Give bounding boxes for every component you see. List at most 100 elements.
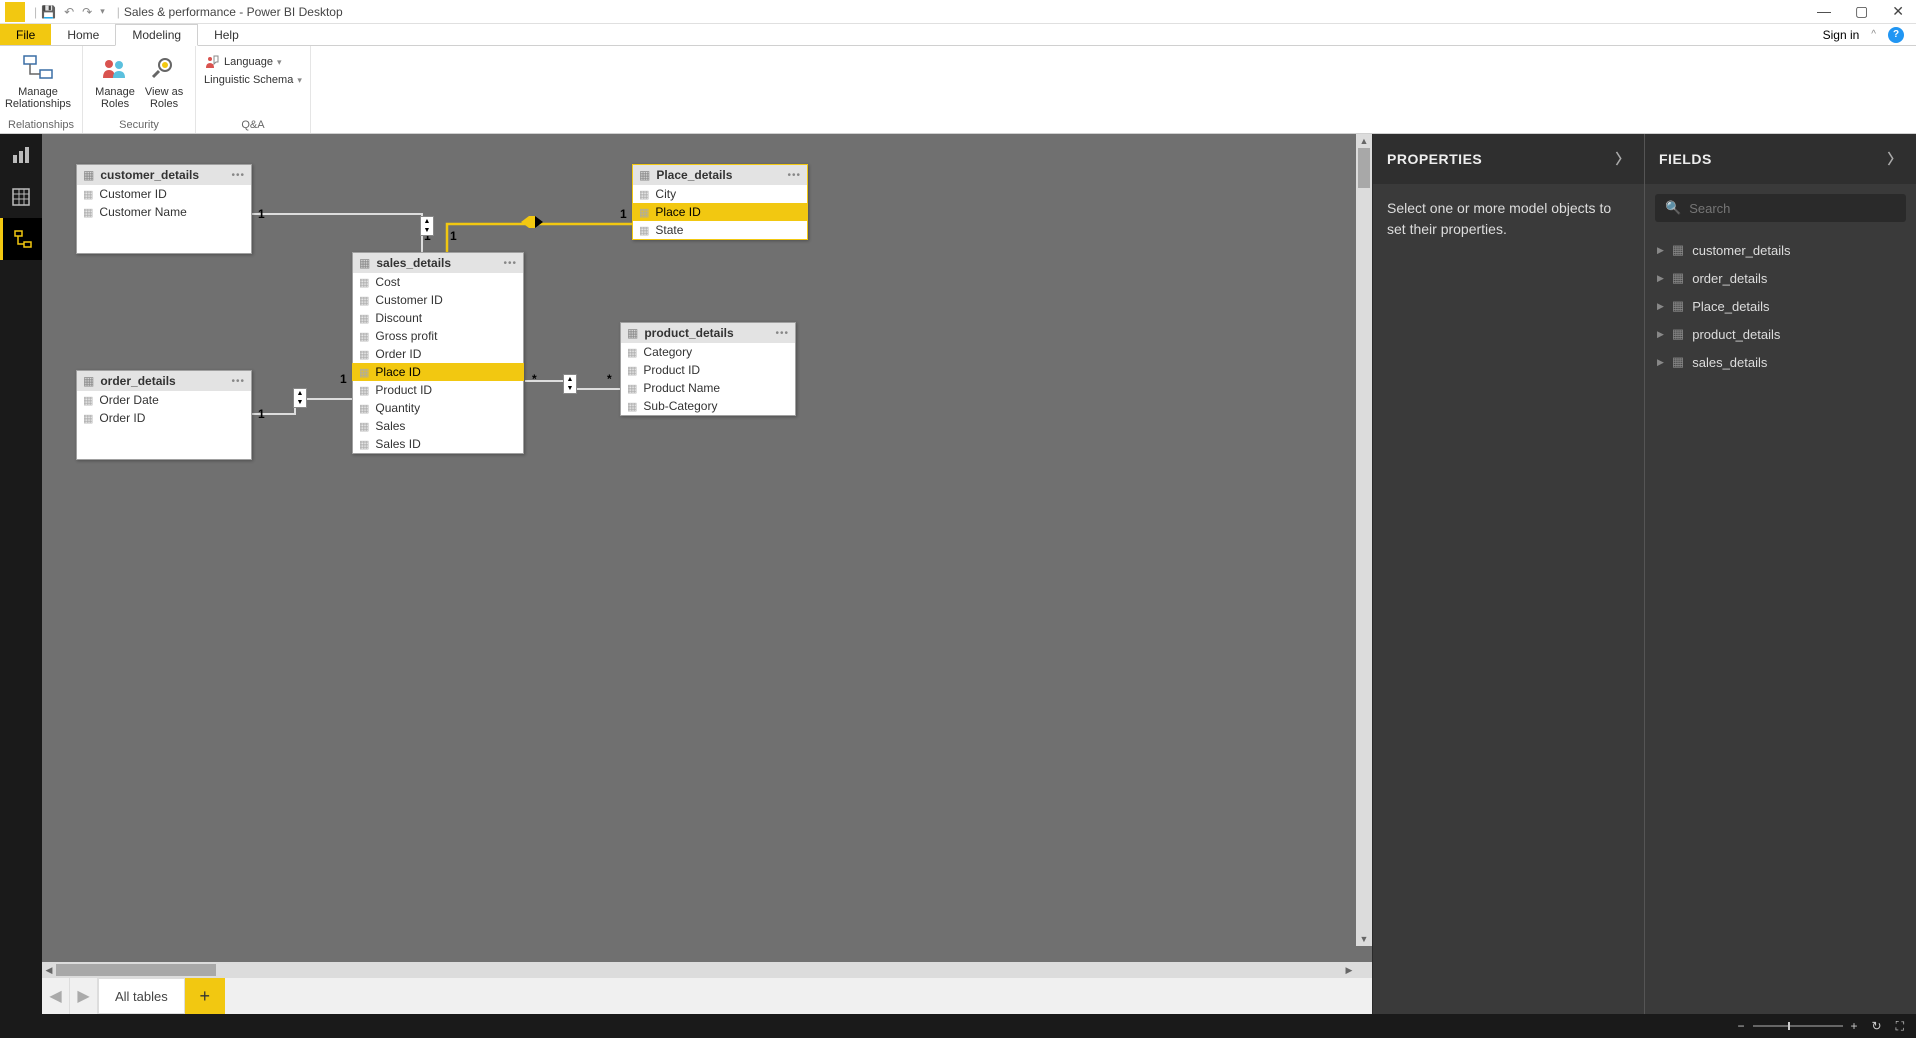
scrollbar-thumb[interactable] — [56, 964, 216, 976]
table-field[interactable]: ▦Quantity — [353, 399, 523, 417]
table-field[interactable]: ▦Cost — [353, 273, 523, 291]
ribbon-tabs: File Home Modeling Help Sign in ^ ? — [0, 24, 1916, 46]
fields-panel: FIELDS 〉 🔍 ▶▦customer_details ▶▦order_de… — [1644, 134, 1916, 1014]
collapse-ribbon-icon[interactable]: ^ — [1871, 29, 1876, 40]
table-sales-details[interactable]: ▦ sales_details ••• ▦Cost ▦Customer ID ▦… — [352, 252, 524, 454]
zoom-out-button[interactable]: − — [1738, 1019, 1745, 1033]
table-field[interactable]: ▦Sales ID — [353, 435, 523, 453]
table-menu-icon[interactable]: ••• — [503, 258, 517, 269]
zoom-control[interactable]: − + — [1738, 1019, 1858, 1033]
qat-dropdown-icon[interactable]: ▾ — [100, 6, 105, 17]
view-as-roles-button[interactable]: View as Roles — [141, 48, 187, 119]
table-field[interactable]: ▦Order Date — [77, 391, 251, 409]
add-tab-button[interactable]: + — [185, 978, 225, 1014]
tab-nav-next[interactable]: ▶ — [70, 978, 98, 1014]
table-product-details[interactable]: ▦ product_details ••• ▦Category ▦Product… — [620, 322, 796, 416]
manage-roles-button[interactable]: Manage Roles — [91, 48, 139, 119]
fields-item[interactable]: ▶▦product_details — [1645, 320, 1916, 348]
table-field-highlighted[interactable]: ▦Place ID — [632, 203, 808, 221]
scroll-down-arrow[interactable]: ▼ — [1356, 932, 1372, 946]
fields-item[interactable]: ▶▦Place_details — [1645, 292, 1916, 320]
table-icon: ▦ — [83, 374, 94, 388]
table-field[interactable]: ▦City — [633, 185, 807, 203]
relationship-filter-control[interactable]: ▲▼ — [420, 216, 434, 236]
table-icon: ▦ — [627, 326, 638, 340]
table-icon: ▦ — [1672, 242, 1684, 258]
table-icon: ▦ — [359, 256, 370, 270]
table-field[interactable]: ▦Product ID — [621, 361, 795, 379]
table-field[interactable]: ▦Customer ID — [353, 291, 523, 309]
manage-relationships-button[interactable]: Manage Relationships — [8, 48, 68, 119]
table-menu-icon[interactable]: ••• — [231, 170, 245, 181]
table-name: order_details — [100, 374, 225, 388]
tab-modeling[interactable]: Modeling — [115, 24, 198, 46]
search-input[interactable] — [1689, 201, 1896, 216]
tab-help[interactable]: Help — [198, 24, 255, 45]
linguistic-schema-button[interactable]: Linguistic Schema ▾ — [204, 74, 302, 86]
table-field[interactable]: ▦Sales — [353, 417, 523, 435]
field-name: Order ID — [99, 411, 145, 425]
vertical-scrollbar[interactable]: ▲ ▼ — [1356, 134, 1372, 946]
collapse-panel-icon[interactable]: 〉 — [1888, 149, 1903, 169]
tab-nav-prev[interactable]: ◀ — [42, 978, 70, 1014]
maximize-button[interactable]: ▢ — [1855, 3, 1868, 20]
column-icon: ▦ — [359, 384, 369, 397]
table-menu-icon[interactable]: ••• — [231, 376, 245, 387]
save-icon[interactable]: 💾 — [41, 5, 56, 19]
help-icon[interactable]: ? — [1888, 27, 1904, 43]
fields-item[interactable]: ▶▦customer_details — [1645, 236, 1916, 264]
horizontal-scrollbar[interactable]: ◀ ▶ — [42, 962, 1356, 978]
language-button[interactable]: Language ▾ — [204, 54, 302, 70]
table-menu-icon[interactable]: ••• — [775, 328, 789, 339]
fields-item[interactable]: ▶▦order_details — [1645, 264, 1916, 292]
table-field[interactable]: ▦Order ID — [353, 345, 523, 363]
table-field[interactable]: ▦Order ID — [77, 409, 251, 427]
scroll-up-arrow[interactable]: ▲ — [1356, 134, 1372, 148]
scrollbar-thumb[interactable] — [1358, 148, 1370, 188]
table-field[interactable]: ▦State — [633, 221, 807, 239]
data-view-button[interactable] — [0, 176, 42, 218]
scroll-left-arrow[interactable]: ◀ — [42, 962, 56, 978]
close-button[interactable]: ✕ — [1892, 3, 1904, 20]
column-icon: ▦ — [359, 312, 369, 325]
report-view-button[interactable] — [0, 134, 42, 176]
fields-search[interactable]: 🔍 — [1655, 194, 1906, 222]
column-icon: ▦ — [627, 382, 637, 395]
table-place-details[interactable]: ▦ Place_details ••• ▦City ▦Place ID ▦Sta… — [632, 164, 808, 240]
column-icon: ▦ — [639, 206, 649, 219]
scroll-right-arrow[interactable]: ▶ — [1342, 962, 1356, 978]
fields-item[interactable]: ▶▦sales_details — [1645, 348, 1916, 376]
table-field[interactable]: ▦Product Name — [621, 379, 795, 397]
relationship-direction-indicator[interactable] — [521, 216, 543, 228]
tab-all-tables[interactable]: All tables — [98, 978, 185, 1014]
model-canvas[interactable]: 1 1 1 1 * * 1 1 ▲▼ ▲▼ ▲▼ ▦ customer_deta… — [42, 134, 1372, 962]
table-customer-details[interactable]: ▦ customer_details ••• ▦Customer ID ▦Cus… — [76, 164, 252, 254]
collapse-panel-icon[interactable]: 〉 — [1616, 149, 1631, 169]
zoom-in-button[interactable]: + — [1851, 1019, 1858, 1033]
redo-icon[interactable]: ↷ — [82, 5, 92, 19]
field-table-name: customer_details — [1692, 243, 1790, 258]
table-field[interactable]: ▦Discount — [353, 309, 523, 327]
relationship-filter-control[interactable]: ▲▼ — [563, 374, 577, 394]
undo-icon[interactable]: ↶ — [64, 5, 74, 19]
column-icon: ▦ — [83, 394, 93, 407]
relationship-filter-control[interactable]: ▲▼ — [293, 388, 307, 408]
minimize-button[interactable]: — — [1817, 3, 1831, 20]
table-field[interactable]: ▦Customer Name — [77, 203, 251, 221]
zoom-slider-track[interactable] — [1753, 1025, 1843, 1027]
table-field[interactable]: ▦Customer ID — [77, 185, 251, 203]
signin-link[interactable]: Sign in — [1823, 28, 1860, 42]
tab-home[interactable]: Home — [51, 24, 115, 45]
table-order-details[interactable]: ▦ order_details ••• ▦Order Date ▦Order I… — [76, 370, 252, 460]
zoom-slider-thumb[interactable] — [1788, 1022, 1790, 1030]
table-field[interactable]: ▦Gross profit — [353, 327, 523, 345]
fit-to-screen-icon[interactable]: ⛶ — [1896, 1019, 1904, 1034]
table-field[interactable]: ▦Product ID — [353, 381, 523, 399]
model-view-button[interactable] — [0, 218, 42, 260]
table-field-highlighted[interactable]: ▦Place ID — [352, 363, 524, 381]
table-field[interactable]: ▦Sub-Category — [621, 397, 795, 415]
tab-file[interactable]: File — [0, 24, 51, 45]
table-menu-icon[interactable]: ••• — [787, 170, 801, 181]
reset-zoom-icon[interactable]: ↻ — [1872, 1019, 1882, 1033]
table-field[interactable]: ▦Category — [621, 343, 795, 361]
